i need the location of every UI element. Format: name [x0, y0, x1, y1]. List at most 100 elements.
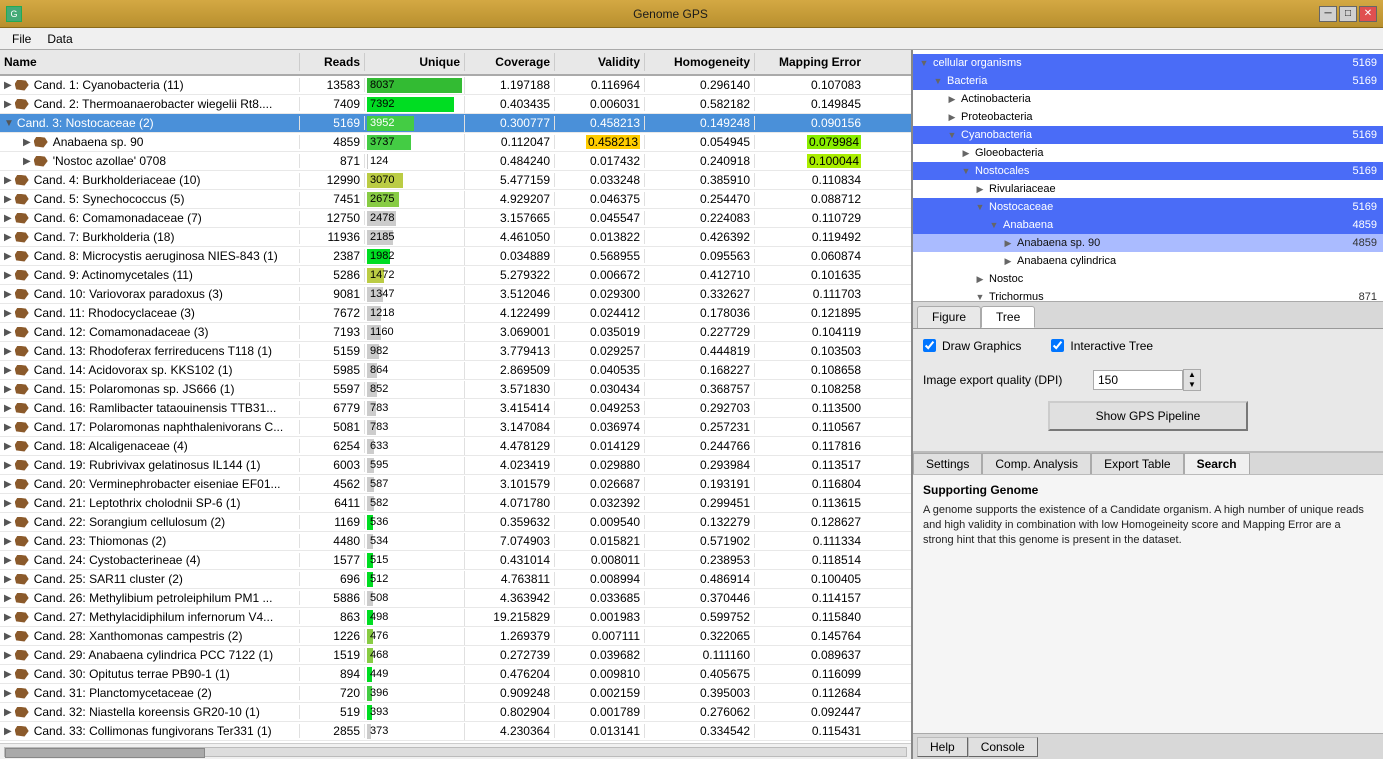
tree-expand-icon[interactable]: ▶: [1001, 256, 1015, 267]
tree-node[interactable]: ▶Gloeobacteria: [913, 144, 1383, 162]
table-row[interactable]: ▶'Nostoc azollae' 07088711240.4842400.01…: [0, 152, 911, 171]
table-row[interactable]: ▶Cand. 19: Rubrivivax gelatinosus IL144 …: [0, 456, 911, 475]
tree-expand-icon[interactable]: ▶: [945, 94, 959, 105]
tree-node[interactable]: ▶Nostoc: [913, 270, 1383, 288]
menu-data[interactable]: Data: [39, 30, 80, 48]
table-row[interactable]: ▶Cand. 33: Collimonas fungivorans Ter331…: [0, 722, 911, 741]
close-button[interactable]: ✕: [1359, 6, 1377, 22]
expand-arrow-icon[interactable]: ▶: [4, 555, 12, 566]
dpi-spinner[interactable]: ▲ ▼: [1183, 369, 1201, 391]
expand-arrow-icon[interactable]: ▶: [4, 232, 12, 243]
draw-graphics-checkbox[interactable]: [923, 339, 936, 352]
table-row[interactable]: ▶Cand. 25: SAR11 cluster (2)6965124.7638…: [0, 570, 911, 589]
table-row[interactable]: ▶Cand. 4: Burkholderiaceae (10)129903070…: [0, 171, 911, 190]
expand-arrow-icon[interactable]: ▶: [4, 650, 12, 661]
table-row[interactable]: ▶Cand. 11: Rhodocyclaceae (3)767212184.1…: [0, 304, 911, 323]
h-scrollbar[interactable]: [0, 743, 911, 759]
expand-arrow-icon[interactable]: ▼: [4, 118, 14, 129]
tree-expand-icon[interactable]: ▼: [973, 292, 987, 302]
dpi-down[interactable]: ▼: [1184, 380, 1200, 390]
dpi-select[interactable]: 150: [1093, 370, 1183, 390]
expand-arrow-icon[interactable]: ▶: [4, 403, 12, 414]
table-row[interactable]: ▶Cand. 21: Leptothrix cholodnii SP-6 (1)…: [0, 494, 911, 513]
table-row[interactable]: ▶Cand. 10: Variovorax paradoxus (3)90811…: [0, 285, 911, 304]
expand-arrow-icon[interactable]: ▶: [4, 346, 12, 357]
tree-expand-icon[interactable]: ▶: [959, 148, 973, 159]
table-row[interactable]: ▶Cand. 28: Xanthomonas campestris (2)122…: [0, 627, 911, 646]
expand-arrow-icon[interactable]: ▶: [4, 631, 12, 642]
table-row[interactable]: ▶Cand. 7: Burkholderia (18)1193621854.46…: [0, 228, 911, 247]
h-scroll-thumb[interactable]: [5, 748, 205, 758]
window-controls[interactable]: ─ □ ✕: [1319, 6, 1377, 22]
table-row[interactable]: ▶Cand. 30: Opitutus terrae PB90-1 (1)894…: [0, 665, 911, 684]
show-gps-pipeline-button[interactable]: Show GPS Pipeline: [1048, 401, 1248, 431]
help-button[interactable]: Help: [917, 737, 968, 757]
table-row[interactable]: ▶Cand. 2: Thermoanaerobacter wiegelii Rt…: [0, 95, 911, 114]
table-row[interactable]: ▶Cand. 5: Synechococcus (5)745126754.929…: [0, 190, 911, 209]
table-row[interactable]: ▶Cand. 16: Ramlibacter tataouinensis TTB…: [0, 399, 911, 418]
expand-arrow-icon[interactable]: ▶: [4, 707, 12, 718]
tree-expand-icon[interactable]: ▼: [987, 220, 1001, 230]
tree-node[interactable]: ▼Anabaena4859: [913, 216, 1383, 234]
expand-arrow-icon[interactable]: ▶: [4, 80, 12, 91]
table-body[interactable]: ▶Cand. 1: Cyanobacteria (11)1358380371.1…: [0, 76, 911, 743]
tab-figure[interactable]: Figure: [917, 306, 981, 328]
expand-arrow-icon[interactable]: ▶: [4, 517, 12, 528]
tree-node[interactable]: ▶Anabaena cylindrica: [913, 252, 1383, 270]
expand-arrow-icon[interactable]: ▶: [4, 289, 12, 300]
table-row[interactable]: ▶Cand. 6: Comamonadaceae (7)1275024783.1…: [0, 209, 911, 228]
tree-node[interactable]: ▼cellular organisms5169: [913, 54, 1383, 72]
bottom-tab-export-table[interactable]: Export Table: [1091, 453, 1184, 474]
table-row[interactable]: ▶Cand. 17: Polaromonas naphthalenivorans…: [0, 418, 911, 437]
menu-file[interactable]: File: [4, 30, 39, 48]
tree-node[interactable]: ▶Rivulariaceae: [913, 180, 1383, 198]
table-row[interactable]: ▶Cand. 27: Methylacidiphilum infernorum …: [0, 608, 911, 627]
tree-expand-icon[interactable]: ▶: [945, 112, 959, 123]
h-scroll-track[interactable]: [4, 747, 907, 757]
expand-arrow-icon[interactable]: ▶: [4, 308, 12, 319]
expand-arrow-icon[interactable]: ▶: [4, 99, 12, 110]
table-row[interactable]: ▶Cand. 8: Microcystis aeruginosa NIES-84…: [0, 247, 911, 266]
tree-area[interactable]: ▼cellular organisms5169▼Bacteria5169▶Act…: [913, 50, 1383, 302]
table-row[interactable]: ▶Cand. 22: Sorangium cellulosum (2)11695…: [0, 513, 911, 532]
dpi-up[interactable]: ▲: [1184, 370, 1200, 380]
table-row[interactable]: ▶Cand. 26: Methylibium petroleiphilum PM…: [0, 589, 911, 608]
tree-node[interactable]: ▼Bacteria5169: [913, 72, 1383, 90]
expand-arrow-icon[interactable]: ▶: [4, 498, 12, 509]
expand-arrow-icon[interactable]: ▶: [4, 536, 12, 547]
expand-arrow-icon[interactable]: ▶: [4, 384, 12, 395]
tab-tree[interactable]: Tree: [981, 306, 1035, 328]
tree-node[interactable]: ▼Cyanobacteria5169: [913, 126, 1383, 144]
expand-arrow-icon[interactable]: ▶: [4, 213, 12, 224]
tree-expand-icon[interactable]: ▶: [1001, 238, 1015, 249]
table-row[interactable]: ▶Cand. 20: Verminephrobacter eiseniae EF…: [0, 475, 911, 494]
tree-node[interactable]: ▶Proteobacteria: [913, 108, 1383, 126]
tree-node[interactable]: ▶Anabaena sp. 904859: [913, 234, 1383, 252]
expand-arrow-icon[interactable]: ▶: [4, 441, 12, 452]
tree-node[interactable]: ▶Actinobacteria: [913, 90, 1383, 108]
table-row[interactable]: ▼Cand. 3: Nostocaceae (2)516939520.30077…: [0, 114, 911, 133]
table-row[interactable]: ▶Cand. 12: Comamonadaceae (3)719311603.0…: [0, 323, 911, 342]
expand-arrow-icon[interactable]: ▶: [4, 270, 12, 281]
tree-node[interactable]: ▼Trichormus871: [913, 288, 1383, 302]
expand-arrow-icon[interactable]: ▶: [4, 175, 12, 186]
expand-arrow-icon[interactable]: ▶: [4, 327, 12, 338]
interactive-tree-checkbox[interactable]: [1051, 339, 1064, 352]
table-row[interactable]: ▶Cand. 18: Alcaligenaceae (4)62546334.47…: [0, 437, 911, 456]
table-row[interactable]: ▶Cand. 1: Cyanobacteria (11)1358380371.1…: [0, 76, 911, 95]
expand-arrow-icon[interactable]: ▶: [4, 365, 12, 376]
bottom-tab-search[interactable]: Search: [1184, 453, 1250, 474]
expand-arrow-icon[interactable]: ▶: [4, 669, 12, 680]
expand-arrow-icon[interactable]: ▶: [4, 479, 12, 490]
table-row[interactable]: ▶Cand. 9: Actinomycetales (11)528614725.…: [0, 266, 911, 285]
table-row[interactable]: ▶Cand. 23: Thiomonas (2)44805347.0749030…: [0, 532, 911, 551]
expand-arrow-icon[interactable]: ▶: [4, 688, 12, 699]
expand-arrow-icon[interactable]: ▶: [4, 194, 12, 205]
expand-arrow-icon[interactable]: ▶: [4, 422, 12, 433]
tree-expand-icon[interactable]: ▶: [973, 184, 987, 195]
expand-arrow-icon[interactable]: ▶: [4, 612, 12, 623]
expand-arrow-icon[interactable]: ▶: [23, 156, 31, 167]
table-row[interactable]: ▶Anabaena sp. 90485937370.1120470.458213…: [0, 133, 911, 152]
tree-expand-icon[interactable]: ▼: [917, 58, 931, 68]
tree-expand-icon[interactable]: ▼: [931, 76, 945, 86]
